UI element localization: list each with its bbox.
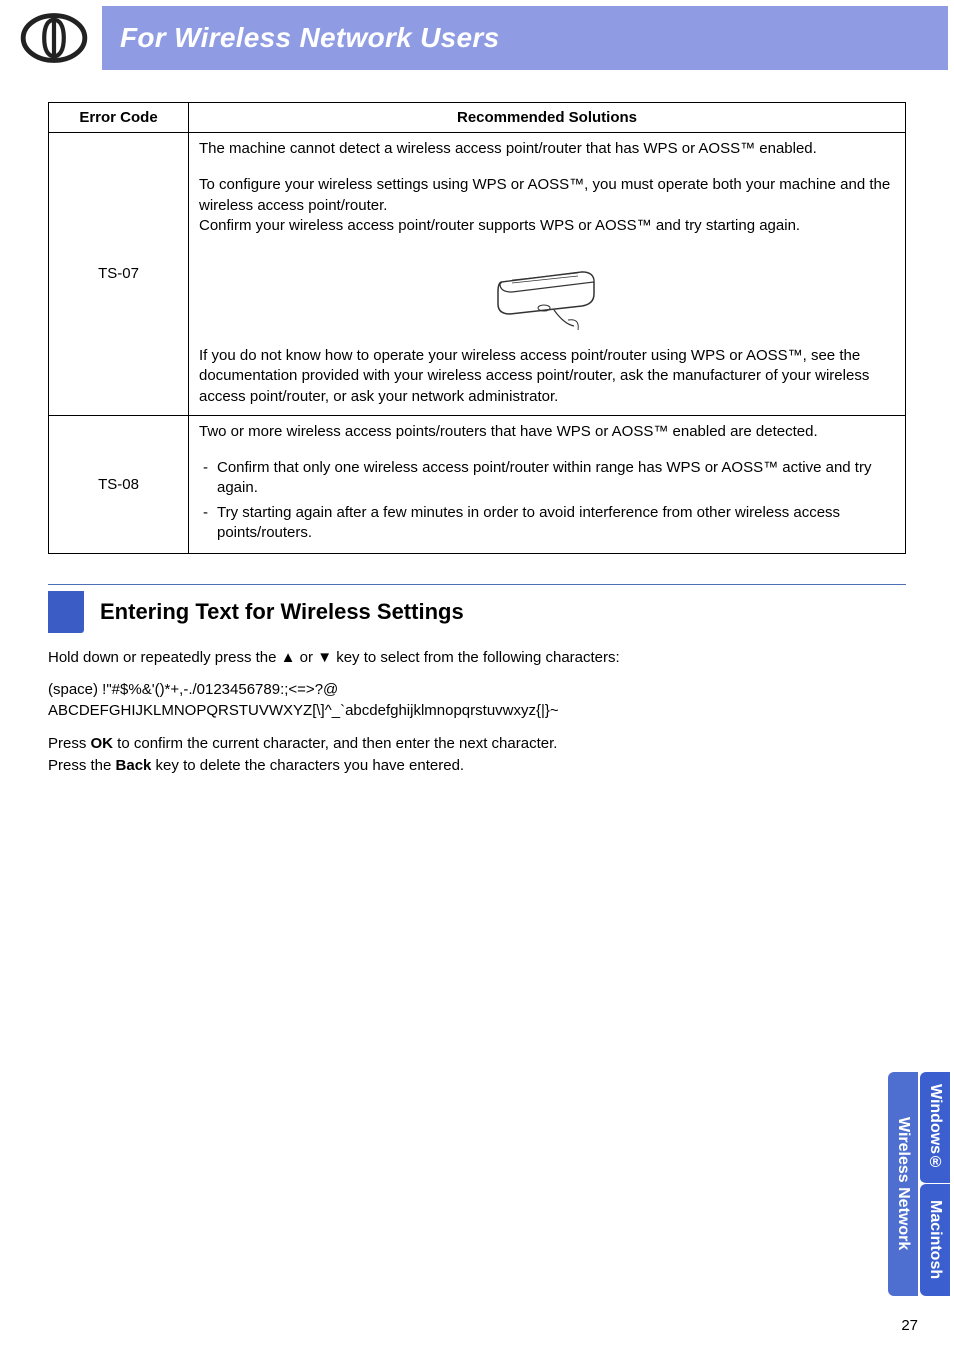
router-illustration <box>199 252 895 336</box>
solution-cell: The machine cannot detect a wireless acc… <box>189 133 906 416</box>
tab-wireless-network[interactable]: Wireless Network <box>888 1072 918 1296</box>
section-heading-row: Entering Text for Wireless Settings <box>48 591 906 633</box>
back-key-label: Back <box>116 757 152 774</box>
error-code-cell: TS-07 <box>49 133 189 416</box>
section-heading: Entering Text for Wireless Settings <box>100 591 464 633</box>
col-header-error-code: Error Code <box>49 103 189 133</box>
table-row: TS-08 Two or more wireless access points… <box>49 415 906 553</box>
instruction-text: Press OK to confirm the current characte… <box>48 733 906 777</box>
header-icon-container <box>6 6 102 70</box>
wireless-icon <box>19 10 89 66</box>
table-row: TS-07 The machine cannot detect a wirele… <box>49 133 906 416</box>
page-header: For Wireless Network Users <box>6 6 948 70</box>
section-divider <box>48 584 906 585</box>
error-code-table: Error Code Recommended Solutions TS-07 T… <box>48 102 906 554</box>
col-header-solutions: Recommended Solutions <box>189 103 906 133</box>
down-arrow-key: ▼ <box>317 649 332 666</box>
error-code-cell: TS-08 <box>49 415 189 553</box>
solution-text: If you do not know how to operate your w… <box>199 346 895 407</box>
instruction-text: Hold down or repeatedly press the ▲ or ▼… <box>48 647 906 669</box>
solution-bullet: Try starting again after a few minutes i… <box>199 503 895 544</box>
up-arrow-key: ▲ <box>281 649 296 666</box>
side-tabs: Wireless Network Windows® Macintosh <box>888 1072 950 1296</box>
solution-text: Two or more wireless access points/route… <box>199 422 895 442</box>
ok-key-label: OK <box>91 735 114 752</box>
solution-cell: Two or more wireless access points/route… <box>189 415 906 553</box>
solution-text: The machine cannot detect a wireless acc… <box>199 139 895 159</box>
solution-text: To configure your wireless settings usin… <box>199 175 895 236</box>
heading-accent <box>48 591 84 633</box>
solution-bullet: Confirm that only one wireless access po… <box>199 458 895 499</box>
character-set: (space) !"#$%&'()*+,-./0123456789:;<=>?@… <box>48 679 906 721</box>
tab-macintosh[interactable]: Macintosh <box>920 1184 950 1296</box>
page-number: 27 <box>901 1317 918 1334</box>
page-title: For Wireless Network Users <box>120 22 499 54</box>
tab-windows[interactable]: Windows® <box>920 1072 950 1184</box>
